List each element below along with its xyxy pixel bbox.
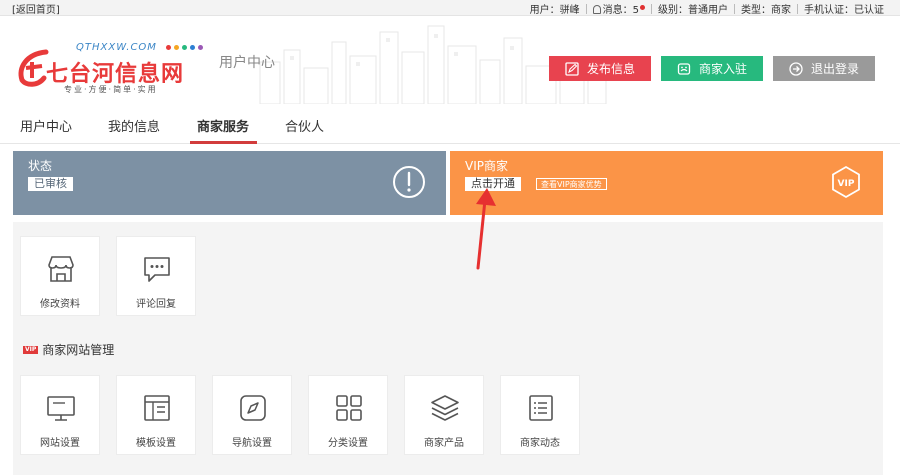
vip-benefits-link[interactable]: 查看VIP商家优势 [536, 178, 607, 190]
tab-merchant-service[interactable]: 商家服务 [197, 116, 249, 135]
tile-label: 修改资料 [40, 299, 80, 310]
status-title: 状态 [28, 159, 53, 173]
status-card: 状态 已审核 [13, 151, 446, 215]
bell-icon [592, 5, 601, 14]
publish-button[interactable]: 发布信息 [549, 56, 651, 81]
vip-title: VIP商家 [465, 159, 508, 173]
content-panel: 修改资料 评论回复 VIP 商家网站管理 网站设置 模板设置 导航设置 分类设置… [13, 222, 883, 475]
site-logo[interactable]: QTHXXW.COM 七台河信息网 专业·方便·简单·实用 [16, 36, 206, 96]
shop-icon [48, 256, 74, 282]
logout-button[interactable]: 退出登录 [773, 56, 875, 81]
tile-label: 商家动态 [520, 438, 560, 449]
tab-partner[interactable]: 合伙人 [285, 116, 324, 135]
divider [651, 3, 652, 14]
exclamation-circle-icon [393, 166, 425, 198]
monitor-icon [47, 396, 75, 421]
divider [797, 3, 798, 14]
tile-template-settings[interactable]: 模板设置 [116, 375, 196, 455]
page-title: 用户中心 [219, 55, 275, 71]
tile-site-settings[interactable]: 网站设置 [20, 375, 100, 455]
top-bar: [返回首页] 用户：骈峰 消息：5 级别：普通用户 类型：商家 手机认证：已认证 [0, 0, 900, 16]
logo-dots-decoration [166, 45, 206, 50]
messages-link[interactable]: 消息：5 [603, 1, 645, 16]
publish-label: 发布信息 [586, 62, 635, 76]
tab-user-center[interactable]: 用户中心 [20, 116, 72, 135]
logout-label: 退出登录 [810, 62, 859, 76]
tile-category-settings[interactable]: 分类设置 [308, 375, 388, 455]
tile-edit-profile[interactable]: 修改资料 [20, 236, 100, 316]
vip-card: VIP商家 点击开通 查看VIP商家优势 VIP [450, 151, 883, 215]
tile-merchant-news[interactable]: 商家动态 [500, 375, 580, 455]
unread-dot-icon [640, 5, 645, 10]
back-home-link[interactable]: [返回首页] [12, 1, 60, 16]
user-status-bar: 用户：骈峰 消息：5 级别：普通用户 类型：商家 手机认证：已认证 [530, 1, 884, 16]
messages-label: 消息： [602, 5, 633, 16]
messages-count: 5 [632, 5, 639, 16]
user-label: 用户：骈峰 [529, 5, 580, 16]
merchant-join-button[interactable]: 商家入驻 [661, 56, 763, 81]
list-icon [529, 395, 553, 421]
tile-label: 评论回复 [136, 299, 176, 310]
vip-hexagon-icon: VIP [832, 165, 860, 199]
divider [585, 3, 587, 14]
template-icon [144, 395, 170, 421]
active-tab-indicator [190, 141, 257, 144]
tile-comment-reply[interactable]: 评论回复 [116, 236, 196, 316]
logo-slogan: 专业·方便·简单·实用 [64, 85, 158, 94]
store-icon [677, 62, 691, 75]
layers-icon [431, 395, 459, 421]
tile-label: 分类设置 [328, 438, 368, 449]
tile-label: 商家产品 [424, 438, 464, 449]
tile-merchant-products[interactable]: 商家产品 [404, 375, 484, 455]
header: QTHXXW.COM 七台河信息网 专业·方便·简单·实用 用户中心 发布信息 … [0, 16, 900, 106]
compass-icon [240, 395, 266, 421]
phone-auth-label: 手机认证：已认证 [804, 5, 884, 16]
section-title-text: 商家网站管理 [42, 343, 115, 357]
main-nav: 用户中心 我的信息 商家服务 合伙人 [0, 106, 900, 144]
vip-hexagon-label: VIP [838, 179, 855, 189]
type-label: 类型：商家 [741, 5, 791, 16]
tile-label: 导航设置 [232, 438, 272, 449]
status-badge: 已审核 [28, 177, 73, 191]
red-arrow-annotation [476, 188, 496, 270]
grid-icon [336, 395, 362, 421]
divider [734, 3, 735, 14]
logo-domain: QTHXXW.COM [76, 42, 157, 53]
edit-icon [565, 61, 579, 76]
arrow-right-circle-icon [789, 61, 803, 76]
level-label: 级别：普通用户 [658, 5, 728, 16]
tab-my-info[interactable]: 我的信息 [108, 116, 160, 135]
section-title-site-management: VIP 商家网站管理 [23, 341, 114, 358]
vip-badge-icon: VIP [23, 345, 39, 354]
tile-label: 网站设置 [40, 438, 80, 449]
tile-label: 模板设置 [136, 438, 176, 449]
tile-nav-settings[interactable]: 导航设置 [212, 375, 292, 455]
merchant-join-label: 商家入驻 [698, 62, 747, 76]
comment-icon [144, 257, 170, 282]
